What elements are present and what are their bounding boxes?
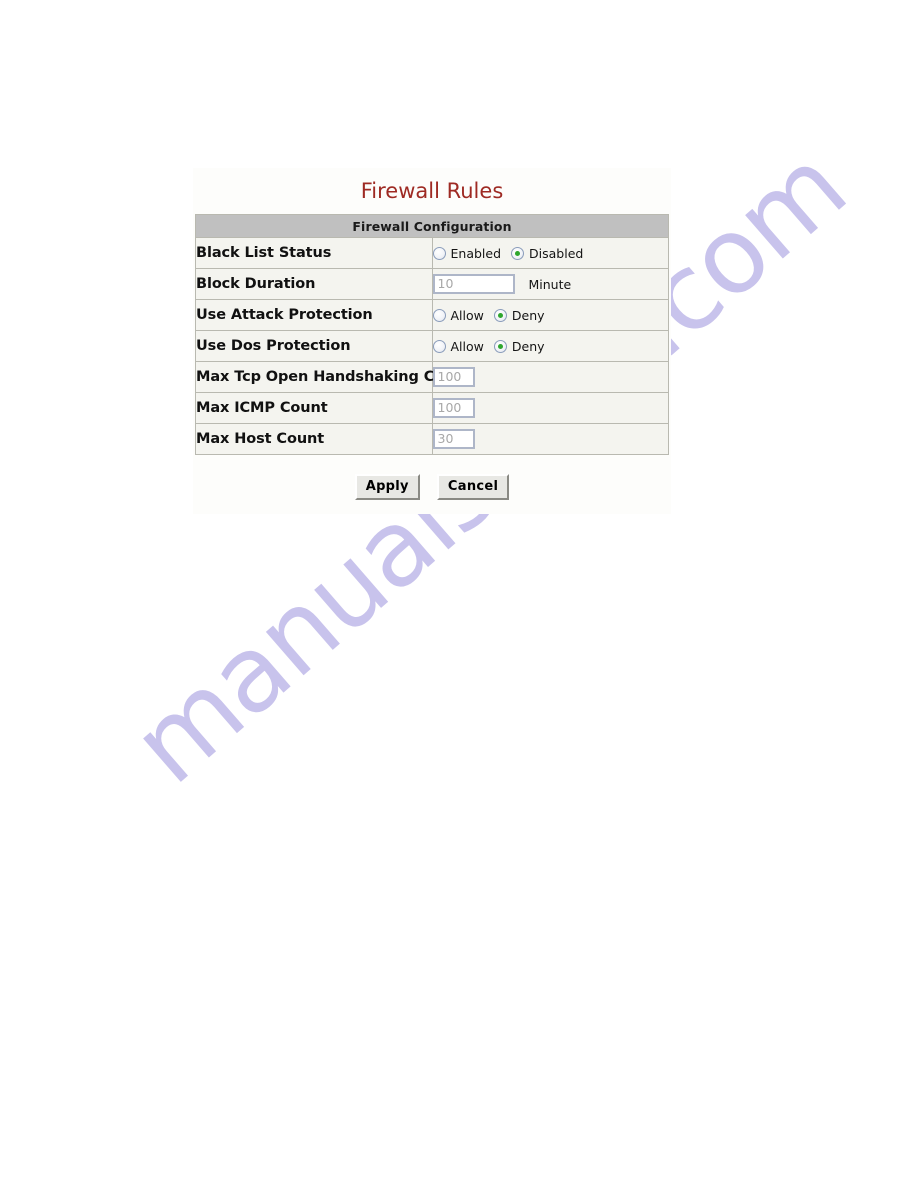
block-duration-unit: Minute — [528, 276, 572, 292]
max-icmp-count-input[interactable] — [432, 398, 475, 418]
radio-dos-deny-icon[interactable] — [493, 339, 507, 353]
table-row: Max Tcp Open Handshaking Count — [195, 361, 669, 393]
table-row: Max Host Count — [195, 423, 669, 455]
row-label-max-tcp-open-handshaking-count: Max Tcp Open Handshaking Count — [195, 361, 472, 393]
button-bar: Apply Cancel — [193, 474, 671, 500]
row-value-block-duration: Minute — [431, 268, 669, 300]
radio-option-attack-deny[interactable]: Deny — [493, 307, 545, 323]
radio-disabled-icon[interactable] — [511, 246, 525, 260]
row-label-max-host-count: Max Host Count — [195, 423, 433, 455]
radio-group-black-list-status: Enabled Disabled — [432, 245, 594, 261]
row-label-use-attack-protection: Use Attack Protection — [195, 299, 433, 331]
radio-option-attack-allow[interactable]: Allow — [432, 307, 484, 323]
row-label-max-icmp-count: Max ICMP Count — [195, 392, 433, 424]
row-value-max-host-count — [431, 423, 669, 455]
firewall-configuration-table: Firewall Configuration Black List Status… — [195, 214, 669, 455]
content-panel: Firewall Rules Firewall Configuration Bl… — [193, 168, 671, 514]
cancel-button[interactable]: Cancel — [436, 474, 510, 500]
radio-label-attack-allow: Allow — [450, 307, 484, 323]
table-header-title: Firewall Configuration — [195, 214, 669, 238]
radio-dos-allow-icon[interactable] — [432, 339, 446, 353]
radio-group-use-dos-protection: Allow Deny — [432, 338, 555, 354]
row-value-max-tcp-open-handshaking-count — [431, 361, 669, 393]
block-duration-input[interactable] — [432, 274, 515, 294]
radio-label-enabled: Enabled — [450, 245, 502, 261]
radio-label-attack-deny: Deny — [511, 307, 545, 323]
row-value-max-icmp-count — [431, 392, 669, 424]
radio-option-enabled[interactable]: Enabled — [432, 245, 502, 261]
radio-label-disabled: Disabled — [529, 245, 584, 261]
radio-option-disabled[interactable]: Disabled — [511, 246, 583, 261]
radio-attack-deny-icon[interactable] — [493, 308, 507, 322]
row-label-block-duration: Block Duration — [195, 268, 433, 300]
radio-option-dos-deny[interactable]: Deny — [493, 338, 545, 354]
row-value-black-list-status: Enabled Disabled — [431, 237, 669, 269]
radio-label-dos-allow: Allow — [450, 338, 484, 354]
table-header-row: Firewall Configuration — [195, 214, 669, 238]
row-value-use-attack-protection: Allow Deny — [431, 299, 669, 331]
table-row: Black List Status Enabled Disabled — [195, 237, 669, 269]
radio-option-dos-allow[interactable]: Allow — [432, 338, 484, 354]
radio-label-dos-deny: Deny — [511, 338, 545, 354]
apply-button[interactable]: Apply — [354, 474, 420, 500]
row-label-black-list-status: Black List Status — [195, 237, 433, 269]
table-row: Block Duration Minute — [195, 268, 669, 300]
table-row: Max ICMP Count — [195, 392, 669, 424]
max-tcp-open-handshaking-count-input[interactable] — [432, 367, 475, 387]
row-value-use-dos-protection: Allow Deny — [431, 330, 669, 362]
table-row: Use Dos Protection Allow Deny — [195, 330, 669, 362]
page-title: Firewall Rules — [360, 179, 504, 203]
max-host-count-input[interactable] — [432, 429, 475, 449]
table-row: Use Attack Protection Allow Deny — [195, 299, 669, 331]
table-body: Firewall Configuration Black List Status… — [195, 214, 669, 455]
radio-group-use-attack-protection: Allow Deny — [432, 307, 555, 323]
row-label-use-dos-protection: Use Dos Protection — [195, 330, 433, 362]
radio-attack-allow-icon[interactable] — [432, 308, 446, 322]
radio-enabled-icon[interactable] — [432, 246, 446, 260]
